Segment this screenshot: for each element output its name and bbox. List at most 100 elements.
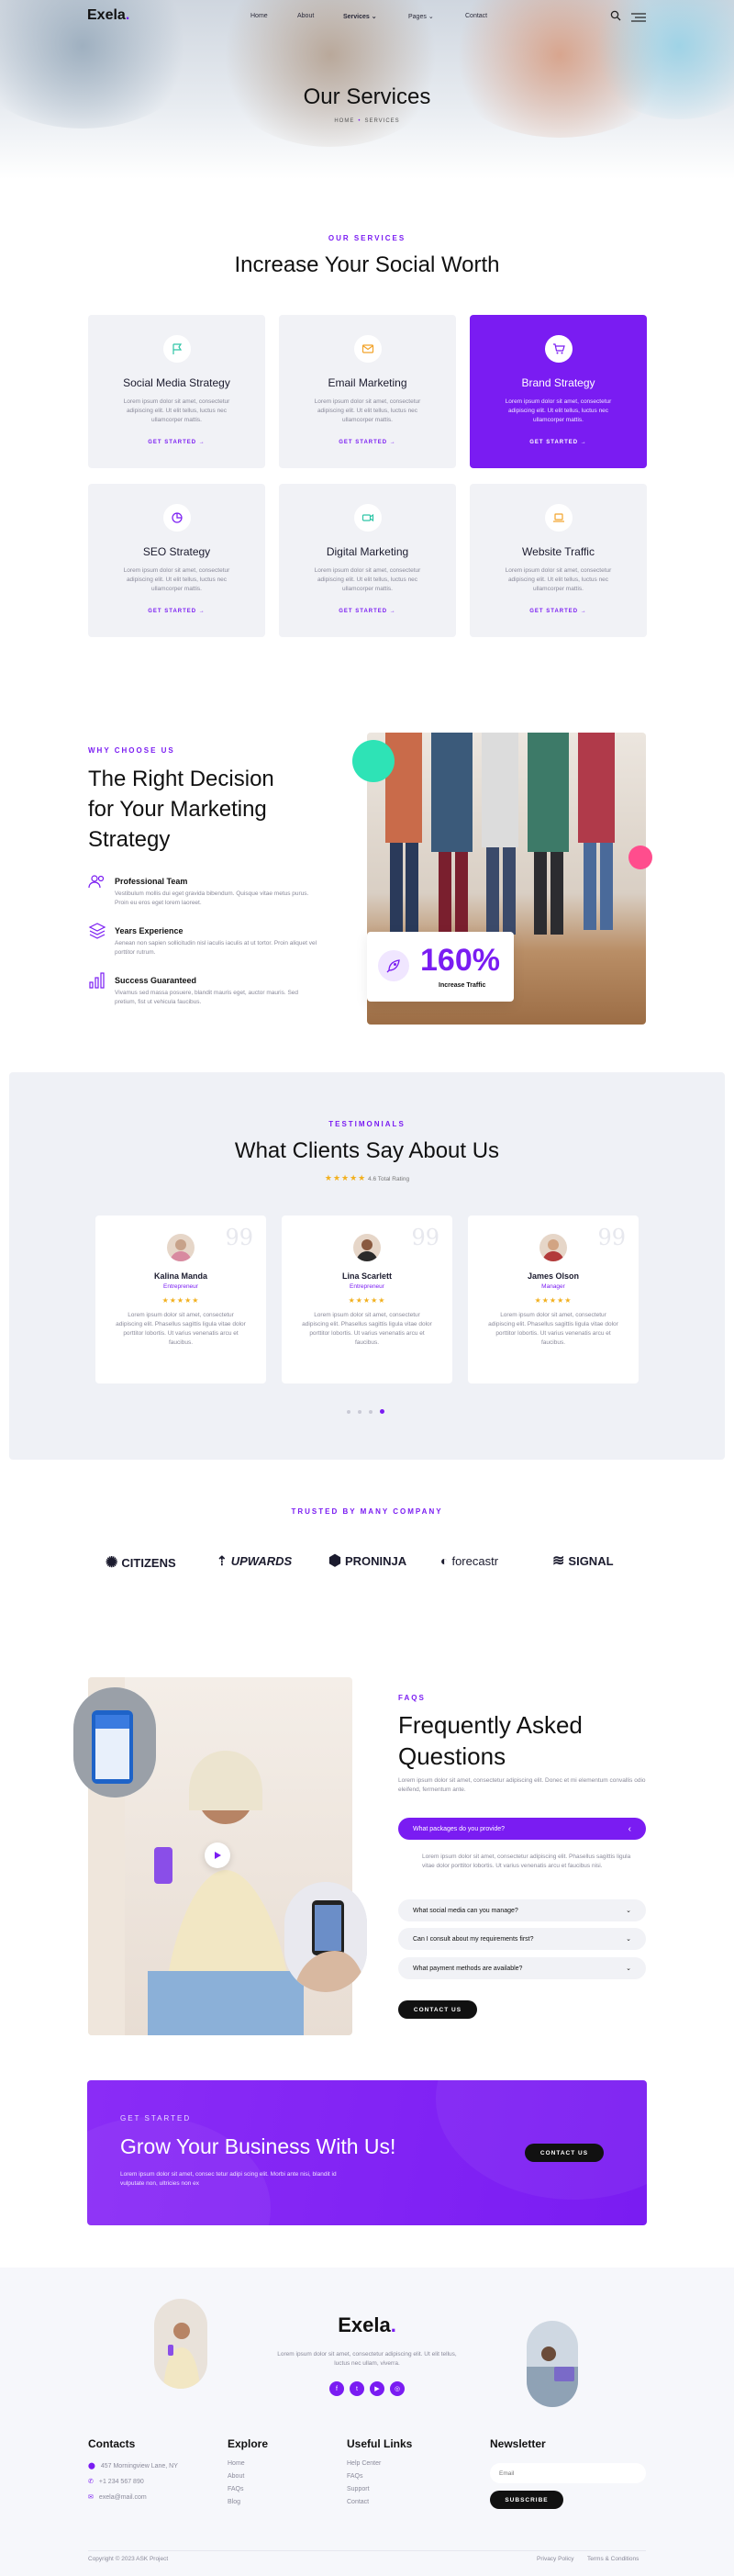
- faq-answer: Lorem ipsum dolor sit amet, consectetur …: [422, 1854, 631, 1869]
- testimonial-card: 99 Lina Scarlett Entrepreneur ★★★★★ Lore…: [282, 1215, 452, 1383]
- nav-home[interactable]: Home: [250, 13, 268, 19]
- nav-about[interactable]: About: [297, 13, 314, 19]
- newsletter-heading: Newsletter: [490, 2437, 546, 2450]
- chevron-down-icon: ⌄: [371, 14, 377, 20]
- twitter-icon[interactable]: t: [350, 2381, 364, 2396]
- useful-links-heading: Useful Links: [347, 2437, 413, 2450]
- carousel-dot[interactable]: [369, 1409, 373, 1414]
- get-started-link[interactable]: GET STARTED →: [88, 440, 265, 445]
- carousel-dot[interactable]: [358, 1409, 361, 1414]
- service-title: Digital Marketing: [326, 545, 409, 558]
- faq-item[interactable]: What social media can you manage? ⌄: [398, 1899, 646, 1921]
- faq-title: Frequently Asked Questions: [398, 1711, 583, 1770]
- faq-item[interactable]: Can I consult about my requirements firs…: [398, 1928, 646, 1950]
- testimonials-title: What Clients Say About Us: [234, 1138, 500, 1163]
- footer-link-faqs[interactable]: FAQs: [228, 2486, 244, 2492]
- feature-title: Professional Team: [115, 877, 188, 886]
- service-text: Lorem ipsum dolor sit amet, consectetur …: [123, 567, 230, 592]
- chevron-down-icon: ⌄: [626, 1936, 631, 1943]
- service-card[interactable]: SEO Strategy Lorem ipsum dolor sit amet,…: [88, 484, 265, 637]
- footer-logo[interactable]: Exela.: [0, 2313, 734, 2337]
- quote-icon: 99: [597, 1225, 626, 1250]
- client-role: Manager: [541, 1283, 565, 1290]
- avatar: [167, 1234, 195, 1261]
- newsletter-email-input[interactable]: [490, 2463, 646, 2483]
- quote-icon: 99: [225, 1225, 253, 1250]
- cta-contact-button[interactable]: CONTACT US: [525, 2144, 604, 2162]
- subscribe-button[interactable]: SUBSCRIBE: [490, 2491, 563, 2509]
- why-eyebrow: WHY CHOOSE US: [88, 746, 175, 755]
- service-card[interactable]: Digital Marketing Lorem ipsum dolor sit …: [279, 484, 456, 637]
- instagram-icon[interactable]: ◎: [390, 2381, 405, 2396]
- feature-title: Years Experience: [115, 926, 184, 935]
- service-text: Lorem ipsum dolor sit amet, consectetur …: [314, 398, 421, 423]
- client-role: Entrepreneur: [163, 1283, 198, 1290]
- contacts-heading: Contacts: [88, 2437, 136, 2450]
- menu-icon[interactable]: [631, 10, 646, 27]
- carousel-dot[interactable]: [347, 1409, 350, 1414]
- faq-item[interactable]: What payment methods are available? ⌄: [398, 1957, 646, 1979]
- chevron-down-icon: ⌄: [428, 14, 434, 20]
- faq-question: What social media can you manage?: [413, 1907, 518, 1914]
- services-title: Increase Your Social Worth: [234, 252, 500, 277]
- footer-link-about[interactable]: About: [228, 2473, 244, 2480]
- nav-services[interactable]: Services ⌄: [343, 13, 377, 20]
- service-card[interactable]: Email Marketing Lorem ipsum dolor sit am…: [279, 315, 456, 468]
- chevron-left-icon: ‹: [628, 1823, 631, 1834]
- footer-link-faqs[interactable]: FAQs: [347, 2473, 363, 2480]
- facebook-icon[interactable]: f: [329, 2381, 344, 2396]
- service-title: SEO Strategy: [142, 545, 211, 558]
- get-started-link[interactable]: GET STARTED →: [470, 440, 647, 445]
- hand-phone-photo: [284, 1882, 367, 1992]
- client-name: Lina Scarlett: [341, 1271, 393, 1281]
- footer-link-support[interactable]: Support: [347, 2486, 370, 2492]
- footer-link-home[interactable]: Home: [228, 2460, 245, 2467]
- site-logo[interactable]: Exela.: [87, 7, 129, 24]
- terms-link[interactable]: Terms & Conditions: [587, 2556, 639, 2562]
- faq-intro: Lorem ipsum dolor sit amet, consectetur …: [398, 1777, 646, 1793]
- page-title: Our Services: [303, 84, 431, 109]
- cta-title: Grow Your Business With Us!: [120, 2134, 396, 2158]
- service-card[interactable]: Website Traffic Lorem ipsum dolor sit am…: [470, 484, 647, 637]
- service-card[interactable]: Social Media Strategy Lorem ipsum dolor …: [88, 315, 265, 468]
- flag-icon: [163, 335, 191, 363]
- client-stars: ★★★★★: [534, 1296, 573, 1305]
- faq-question: What packages do you provide?: [413, 1825, 506, 1832]
- testimonial-card: 99 Kalina Manda Entrepreneur ★★★★★ Lorem…: [95, 1215, 266, 1383]
- footer-link-help[interactable]: Help Center: [347, 2460, 381, 2467]
- carousel-dot-active[interactable]: [380, 1409, 384, 1414]
- get-started-link[interactable]: GET STARTED →: [279, 440, 456, 445]
- partner-logo-citizens: ✺ CITIZENS: [106, 1555, 176, 1571]
- breadcrumb-home[interactable]: HOME: [334, 118, 354, 124]
- youtube-icon[interactable]: ▶: [370, 2381, 384, 2396]
- footer-link-contact[interactable]: Contact: [347, 2499, 369, 2505]
- quote-icon: 99: [411, 1225, 439, 1250]
- phone-icon: ✆: [88, 2479, 94, 2485]
- contact-phone[interactable]: ✆ +1 234 567 890: [88, 2478, 144, 2486]
- contact-address: ⬤ 457 Morningview Lane, NY: [88, 2462, 178, 2470]
- get-started-link[interactable]: GET STARTED →: [470, 609, 647, 614]
- service-title: Email Marketing: [328, 376, 407, 389]
- search-icon[interactable]: [610, 9, 621, 26]
- get-started-link[interactable]: GET STARTED →: [279, 609, 456, 614]
- faq-eyebrow: FAQS: [398, 1694, 426, 1702]
- faq-item-open[interactable]: What packages do you provide? ‹: [398, 1818, 646, 1840]
- footer-link-blog[interactable]: Blog: [228, 2499, 240, 2505]
- faq-contact-button[interactable]: CONTACT US: [398, 2000, 477, 2019]
- nav-pages[interactable]: Pages ⌄: [408, 13, 434, 20]
- phone-photo: [73, 1687, 156, 1798]
- privacy-link[interactable]: Privacy Policy: [537, 2556, 573, 2562]
- get-started-link[interactable]: GET STARTED →: [88, 609, 265, 614]
- service-text: Lorem ipsum dolor sit amet, consectetur …: [123, 398, 230, 423]
- nav-contact[interactable]: Contact: [465, 13, 487, 19]
- feature-title: Success Guaranteed: [115, 976, 197, 985]
- service-card[interactable]: Brand Strategy Lorem ipsum dolor sit ame…: [470, 315, 647, 468]
- chevron-down-icon: ⌄: [626, 1966, 631, 1972]
- play-button[interactable]: [205, 1842, 230, 1868]
- video-icon: [354, 504, 382, 532]
- contact-email[interactable]: ✉ exela@mail.com: [88, 2493, 147, 2502]
- team-icon: [88, 874, 106, 893]
- feature-text: Vivamus sed massa posuere, blandit mauri…: [115, 990, 299, 1005]
- footer-photo-left: [154, 2299, 207, 2389]
- cart-icon: [545, 335, 573, 363]
